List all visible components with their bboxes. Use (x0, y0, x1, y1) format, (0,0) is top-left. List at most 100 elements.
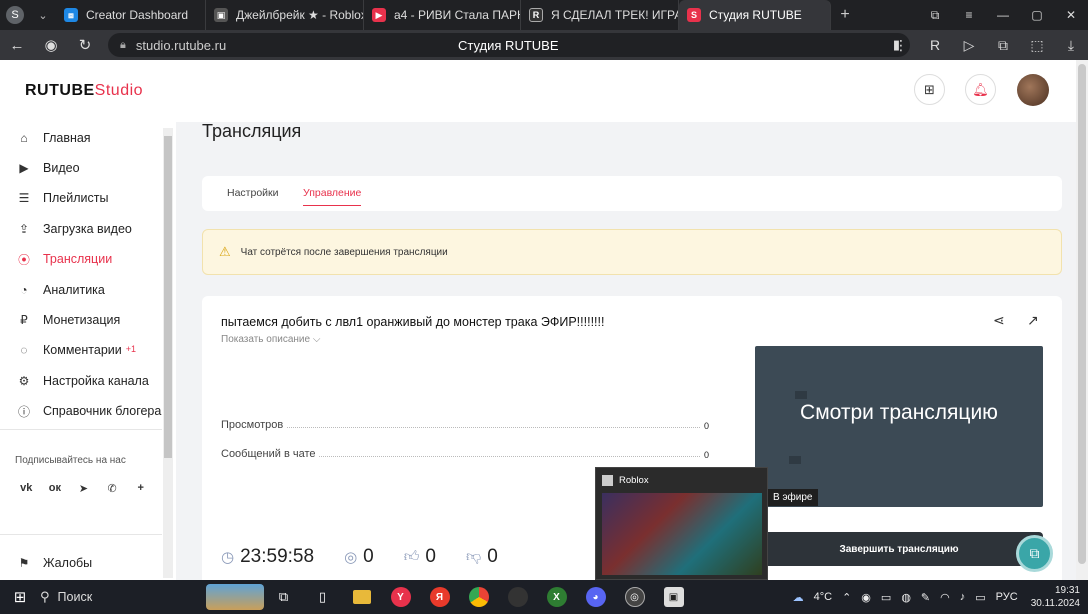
tab-list-chevron-icon[interactable]: ⌄ (30, 9, 56, 22)
logo-main-text: RUTUBE (25, 82, 95, 99)
sidebar-item-comments[interactable]: ◌ Комментарии +1 (0, 335, 176, 365)
sidebar-scrollbar[interactable] (163, 128, 173, 578)
collections-icon[interactable]: ⧉ (918, 8, 952, 23)
stream-preview[interactable]: Смотри трансляцию (755, 346, 1043, 507)
browser-tab-2[interactable]: ▣ Джейлбрейк ★ - Roblox (206, 0, 364, 30)
sidebar-scrollbar-thumb[interactable] (164, 136, 172, 458)
avatar[interactable] (1017, 74, 1049, 106)
discord-icon[interactable]: ◕ (576, 580, 615, 614)
end-broadcast-button[interactable]: Завершить трансляцию (755, 532, 1043, 566)
recording-icon[interactable]: ◉ (861, 591, 871, 604)
translate-icon[interactable]: ⧉ (986, 37, 1020, 54)
windows-taskbar: ⊞ ⚲ Поиск ⧉ ▯ Y Я X ◕ ◎ ▣ ☁ 4°C ⌃ ◉ ▭ ◍ ✎… (0, 580, 1088, 614)
more-icon[interactable]: + (126, 476, 155, 500)
warning-icon: ⚠ (219, 244, 231, 259)
ok-icon[interactable]: ок (41, 476, 70, 500)
roblox-icon: ▣ (214, 8, 228, 22)
sidebar-item-monetization[interactable]: ₽ Монетизация (0, 305, 176, 335)
browser-tab-4[interactable]: R Я СДЕЛАЛ ТРЕК! ИГРАЕМ (521, 0, 679, 30)
page-scrollbar[interactable] (1076, 60, 1088, 580)
weather-temperature[interactable]: 4°C (814, 591, 832, 603)
tab-title: a4 - РИВИ Стала ПАРНЕМ (394, 8, 520, 22)
analytics-icon: ◔ (20, 283, 28, 297)
chrome-icon[interactable] (459, 580, 498, 614)
sidebar-item-analytics[interactable]: ◔ Аналитика (0, 275, 176, 305)
sidebar-item-playlists[interactable]: ☰ Плейлисты (0, 183, 176, 213)
volume-icon[interactable]: ♪ (960, 591, 966, 603)
yandex-icon[interactable]: Я (420, 580, 459, 614)
extension-icon[interactable]: R (918, 37, 952, 53)
language-indicator[interactable]: РУС (996, 591, 1018, 603)
tray-app-icon[interactable]: ◍ (901, 591, 911, 604)
yandex-browser-icon[interactable]: Y (381, 580, 420, 614)
close-window-icon[interactable]: ✕ (1054, 8, 1088, 22)
rutube-studio-logo[interactable]: RUTUBEStudio (25, 82, 143, 100)
menu-icon[interactable]: ≡ (952, 8, 986, 22)
windows-start-icon[interactable]: ⊞ (0, 588, 40, 606)
browser-tab-3[interactable]: ▶ a4 - РИВИ Стала ПАРНЕМ (364, 0, 521, 30)
url-text: studio.rutube.ru (135, 37, 227, 53)
sidebar-item-upload[interactable]: ⇪ Загрузка видео (0, 214, 176, 244)
pen-icon[interactable]: ✎ (921, 591, 930, 604)
thumbnail-app-name: Roblox (619, 474, 649, 486)
sidebar-item-label: Видео (43, 161, 80, 175)
sidebar-item-label: Главная (43, 131, 91, 145)
sidebar-item-video[interactable]: ▶ Видео (0, 153, 176, 183)
sidebar-item-handbook[interactable]: ⓘ Справочник блогера (0, 396, 176, 426)
download-icon[interactable]: ⤓ (1054, 37, 1088, 54)
browser-tab-1[interactable]: ⧈ Creator Dashboard (56, 0, 206, 30)
clock[interactable]: 19:31 30.11.2024 (1031, 584, 1080, 610)
roblox-taskbar-icon[interactable]: ▣ (654, 580, 693, 614)
tab-title: Я СДЕЛАЛ ТРЕК! ИГРАЕМ (551, 8, 678, 22)
sidebar-item-broadcasts[interactable]: ⦿ Трансляции (0, 244, 176, 274)
weather-icon[interactable]: ☁ (793, 591, 804, 604)
file-explorer-icon[interactable] (342, 580, 381, 614)
play-extension-icon[interactable]: ▷ (952, 37, 986, 54)
obs-icon[interactable]: ◎ (615, 580, 654, 614)
back-icon[interactable]: ← (0, 37, 34, 54)
task-view-icon[interactable]: ⧉ (264, 580, 303, 614)
search-icon: ⚲ (40, 589, 50, 604)
playlist-icon: ☰ (18, 191, 30, 205)
stat-value: 0 (703, 450, 709, 460)
notifications-button[interactable]: 🔔︎ (965, 74, 996, 105)
sidebar-item-home[interactable]: ⌂ Главная (0, 123, 176, 153)
workspace-button[interactable]: S (0, 0, 30, 30)
add-content-button[interactable]: ⊞ (914, 74, 945, 105)
share-icon[interactable]: ⋖ (993, 312, 1005, 329)
game-screenshot (602, 493, 762, 575)
vk-icon[interactable]: vk (12, 476, 41, 500)
address-bar[interactable]: 🔒︎ studio.rutube.ru Студия RUTUBE ▮ (108, 33, 910, 57)
support-chat-button[interactable]: ⧉ (1016, 535, 1053, 572)
screenshot-icon[interactable]: ⬚ (1020, 37, 1054, 54)
viber-icon[interactable]: ✆ (98, 476, 127, 500)
taskbar-search[interactable]: ⚲ Поиск (40, 589, 200, 605)
file-icon[interactable]: ▯ (303, 580, 342, 614)
telegram-icon[interactable]: ➤ (69, 476, 98, 500)
open-external-icon[interactable]: ↗ (1027, 312, 1039, 329)
browser-tab-strip: S ⌄ ⧈ Creator Dashboard ▣ Джейлбрейк ★ -… (0, 0, 1088, 30)
reload-icon[interactable]: ↻ (68, 36, 102, 54)
battery-icon[interactable]: ▭ (975, 591, 985, 604)
wifi-icon[interactable]: ◠ (940, 591, 950, 604)
sidebar-item-complaints[interactable]: ⚑ Жалобы (0, 548, 176, 578)
search-highlight-image[interactable] (206, 584, 264, 610)
browser-tab-5[interactable]: S Студия RUTUBE ✕ (679, 0, 831, 30)
show-description-link[interactable]: Показать описание ⌵ (221, 334, 320, 345)
chat-warning-banner: ⚠ Чат сотрётся после завершения трансляц… (202, 229, 1062, 275)
more-icon[interactable]: ⋮ (884, 37, 918, 54)
new-tab-icon[interactable]: + (831, 6, 859, 24)
roblox-window-thumbnail[interactable]: Roblox (595, 467, 768, 580)
xbox-icon[interactable]: X (537, 580, 576, 614)
shield-icon[interactable]: ◉ (34, 36, 68, 54)
minimize-icon[interactable]: — (986, 8, 1020, 22)
capture-icon[interactable]: ▭ (881, 591, 891, 604)
sidebar-item-channel-settings[interactable]: ⚙ Настройка канала (0, 366, 176, 396)
tab-settings[interactable]: Настройки (227, 187, 279, 199)
taskbar-app-icon[interactable] (498, 580, 537, 614)
maximize-icon[interactable]: ▢ (1020, 8, 1054, 22)
page-scrollbar-thumb[interactable] (1078, 64, 1086, 564)
chevron-up-icon[interactable]: ⌃ (842, 591, 851, 604)
tab-management[interactable]: Управление (303, 187, 362, 206)
clock-time: 19:31 (1054, 585, 1080, 596)
